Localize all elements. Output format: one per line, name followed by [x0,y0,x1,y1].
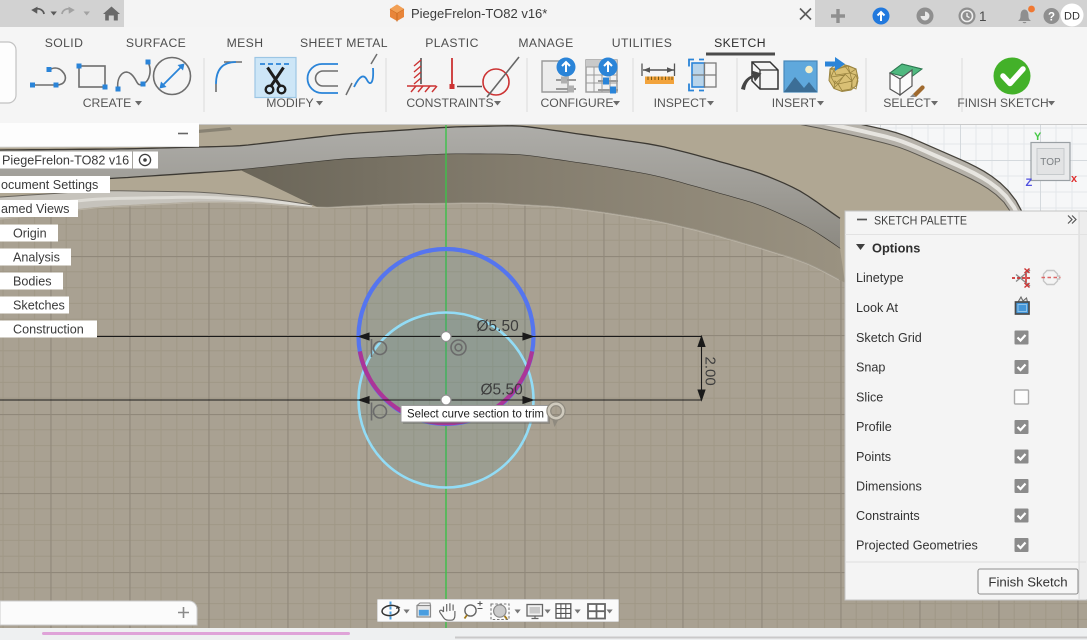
svg-text:Select curve section to trim: Select curve section to trim [407,407,544,421]
svg-text:MANAGE: MANAGE [518,36,573,50]
svg-text:PiegeFrelon-TO82 v16: PiegeFrelon-TO82 v16 [2,154,129,168]
svg-text:SURFACE: SURFACE [126,36,186,50]
svg-text:ocument Settings: ocument Settings [1,178,98,192]
svg-text:PLASTIC: PLASTIC [425,36,479,50]
svg-text:Slice: Slice [856,391,883,405]
svg-text:FINISH SKETCH: FINISH SKETCH [957,96,1048,110]
svg-text:x: x [1071,173,1078,185]
svg-text:INSPECT: INSPECT [654,96,707,110]
svg-text:Points: Points [856,450,891,464]
svg-text:1: 1 [979,9,987,24]
svg-text:Dimensions: Dimensions [856,480,922,494]
svg-text:CREATE: CREATE [83,96,132,110]
svg-text:?: ? [1048,11,1055,23]
svg-text:TOP: TOP [1040,157,1061,168]
svg-text:SKETCH: SKETCH [714,36,766,50]
svg-text:SHEET METAL: SHEET METAL [300,36,388,50]
svg-text:Snap: Snap [856,361,885,375]
svg-text:Finish Sketch: Finish Sketch [988,575,1067,590]
svg-text:Linetype: Linetype [856,271,904,285]
svg-text:Construction: Construction [13,323,84,337]
svg-text:Bodies: Bodies [13,275,52,289]
svg-text:Z: Z [1026,177,1033,189]
svg-text:Analysis: Analysis [13,251,60,265]
svg-text:Profile: Profile [856,420,892,434]
svg-text:Options: Options [872,241,920,256]
svg-text:Y: Y [1034,131,1042,143]
svg-text:2.00: 2.00 [702,357,719,386]
svg-text:CONSTRAINTS: CONSTRAINTS [406,96,493,110]
svg-text:Projected Geometries: Projected Geometries [856,539,978,553]
svg-text:Look At: Look At [856,301,899,315]
svg-text:amed Views: amed Views [1,202,69,216]
svg-text:SELECT: SELECT [883,96,931,110]
svg-text:Origin: Origin [13,227,47,241]
svg-text:Constraints: Constraints [856,509,920,523]
svg-text:PiegeFrelon-TO82 v16*: PiegeFrelon-TO82 v16* [411,6,547,21]
svg-text:INSERT: INSERT [772,96,817,110]
svg-text:CONFIGURE: CONFIGURE [540,96,613,110]
svg-text:SKETCH PALETTE: SKETCH PALETTE [874,214,967,228]
svg-text:UTILITIES: UTILITIES [612,36,673,50]
svg-text:DD: DD [1064,10,1080,22]
svg-text:Ø5.50: Ø5.50 [477,318,520,335]
svg-text:Ø5.50: Ø5.50 [481,382,524,399]
svg-text:SOLID: SOLID [45,36,84,50]
svg-text:Sketch Grid: Sketch Grid [856,331,922,345]
svg-text:MESH: MESH [227,36,264,50]
svg-text:Sketches: Sketches [13,299,65,313]
